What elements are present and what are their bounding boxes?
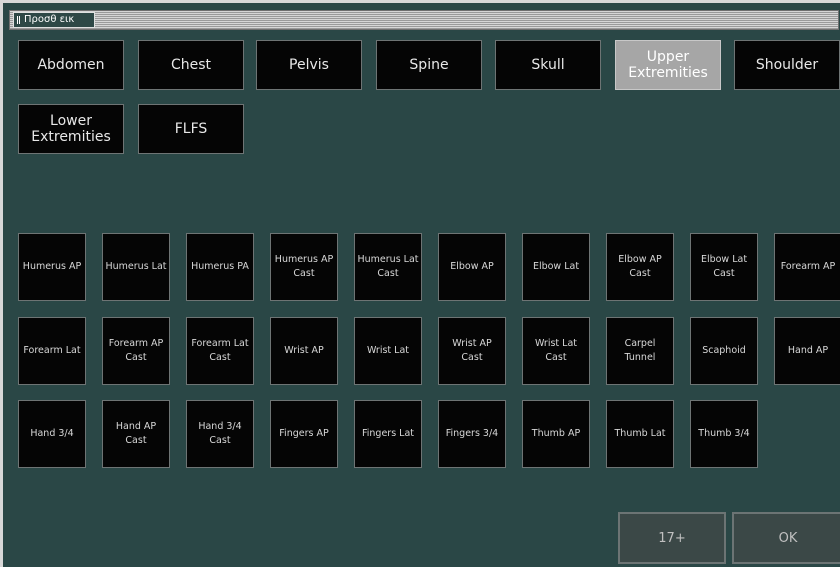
view-label: Humerus Lat Cast <box>357 254 419 279</box>
view-label: Thumb Lat <box>614 428 666 439</box>
view-label: Hand AP Cast <box>115 421 157 446</box>
view-button-elbow-ap-cast[interactable]: Elbow AP Cast <box>606 233 674 301</box>
category-button-flfs[interactable]: FLFS <box>138 104 244 154</box>
category-button-abdomen[interactable]: Abdomen <box>18 40 124 90</box>
view-label: Hand AP <box>787 345 829 356</box>
category-button-chest[interactable]: Chest <box>138 40 244 90</box>
view-label: Humerus AP Cast <box>274 254 334 279</box>
ok-button[interactable]: OK <box>732 512 840 564</box>
view-label: Wrist Lat <box>366 345 410 356</box>
view-button-wrist-ap[interactable]: Wrist AP <box>270 317 338 385</box>
view-button-forearm-lat[interactable]: Forearm Lat <box>18 317 86 385</box>
view-button-elbow-lat[interactable]: Elbow Lat <box>522 233 590 301</box>
category-label: FLFS <box>174 121 208 137</box>
view-button-fingers-3-4[interactable]: Fingers 3/4 <box>438 400 506 468</box>
view-button-humerus-pa[interactable]: Humerus PA <box>186 233 254 301</box>
view-label: Forearm AP <box>780 261 836 272</box>
category-label: Skull <box>531 57 565 73</box>
category-label: Pelvis <box>289 57 329 73</box>
view-label: Elbow AP Cast <box>618 254 662 279</box>
view-button-elbow-lat-cast[interactable]: Elbow Lat Cast <box>690 233 758 301</box>
category-button-lower-extremities[interactable]: Lower Extremities <box>18 104 124 154</box>
view-label: Forearm Lat <box>23 345 81 356</box>
view-button-thumb-lat[interactable]: Thumb Lat <box>606 400 674 468</box>
view-label: Humerus AP <box>22 261 82 272</box>
category-label: Spine <box>409 57 449 73</box>
view-button-fingers-ap[interactable]: Fingers AP <box>270 400 338 468</box>
view-label: Carpel Tunnel <box>624 338 656 363</box>
title-bar[interactable]: Προσθ εικ <box>9 10 839 30</box>
grip-icon <box>17 16 20 24</box>
view-label: Forearm Lat Cast <box>191 338 249 363</box>
age-17-plus-label: 17+ <box>658 530 686 546</box>
view-button-elbow-ap[interactable]: Elbow AP <box>438 233 506 301</box>
view-label: Hand 3/4 <box>30 428 74 439</box>
view-button-humerus-lat-cast[interactable]: Humerus Lat Cast <box>354 233 422 301</box>
view-label: Humerus Lat <box>105 261 167 272</box>
category-label: Chest <box>170 57 212 73</box>
view-label: Thumb AP <box>531 428 581 439</box>
view-button-wrist-ap-cast[interactable]: Wrist AP Cast <box>438 317 506 385</box>
view-label: Wrist AP <box>284 345 324 356</box>
view-button-wrist-lat-cast[interactable]: Wrist Lat Cast <box>522 317 590 385</box>
view-label: Thumb 3/4 <box>698 428 750 439</box>
view-label: Forearm AP Cast <box>108 338 164 363</box>
category-button-shoulder[interactable]: Shoulder <box>734 40 840 90</box>
view-label: Fingers Lat <box>361 428 415 439</box>
view-button-humerus-ap[interactable]: Humerus AP <box>18 233 86 301</box>
view-button-forearm-ap-cast[interactable]: Forearm AP Cast <box>102 317 170 385</box>
category-label: Lower Extremities <box>31 113 111 145</box>
view-button-fingers-lat[interactable]: Fingers Lat <box>354 400 422 468</box>
view-button-hand-3-4-cast[interactable]: Hand 3/4 Cast <box>186 400 254 468</box>
view-label: Fingers AP <box>279 428 329 439</box>
category-button-upper-extremities[interactable]: Upper Extremities <box>615 40 721 90</box>
view-button-hand-ap-cast[interactable]: Hand AP Cast <box>102 400 170 468</box>
view-label: Wrist Lat Cast <box>534 338 578 363</box>
view-label: Hand 3/4 Cast <box>198 421 242 446</box>
age-17-plus-button[interactable]: 17+ <box>618 512 726 564</box>
view-button-humerus-ap-cast[interactable]: Humerus AP Cast <box>270 233 338 301</box>
view-label: Elbow Lat <box>532 261 580 272</box>
view-button-humerus-lat[interactable]: Humerus Lat <box>102 233 170 301</box>
view-button-forearm-ap[interactable]: Forearm AP <box>774 233 840 301</box>
ok-button-label: OK <box>778 530 798 546</box>
category-button-skull[interactable]: Skull <box>495 40 601 90</box>
view-label: Humerus PA <box>191 261 249 272</box>
category-button-pelvis[interactable]: Pelvis <box>256 40 362 90</box>
category-label: Upper Extremities <box>628 49 708 81</box>
view-label: Elbow Lat Cast <box>700 254 748 279</box>
view-button-thumb-ap[interactable]: Thumb AP <box>522 400 590 468</box>
category-button-spine[interactable]: Spine <box>376 40 482 90</box>
view-label: Elbow AP <box>450 261 494 272</box>
view-button-wrist-lat[interactable]: Wrist Lat <box>354 317 422 385</box>
window-title: Προσθ εικ <box>24 14 75 25</box>
view-button-forearm-lat-cast[interactable]: Forearm Lat Cast <box>186 317 254 385</box>
category-label: Shoulder <box>755 57 819 73</box>
title-tab: Προσθ εικ <box>13 12 95 28</box>
view-button-scaphoid[interactable]: Scaphoid <box>690 317 758 385</box>
view-button-hand-3-4[interactable]: Hand 3/4 <box>18 400 86 468</box>
category-label: Abdomen <box>37 57 105 73</box>
view-button-hand-ap[interactable]: Hand AP <box>774 317 840 385</box>
view-label: Scaphoid <box>702 345 746 356</box>
view-label: Wrist AP Cast <box>452 338 492 363</box>
view-label: Fingers 3/4 <box>445 428 499 439</box>
view-button-carpel-tunnel[interactable]: Carpel Tunnel <box>606 317 674 385</box>
add-image-dialog: Προσθ εικ Abdomen Chest Pelvis Spine Skull Up… <box>0 0 840 567</box>
view-button-thumb-3-4[interactable]: Thumb 3/4 <box>690 400 758 468</box>
